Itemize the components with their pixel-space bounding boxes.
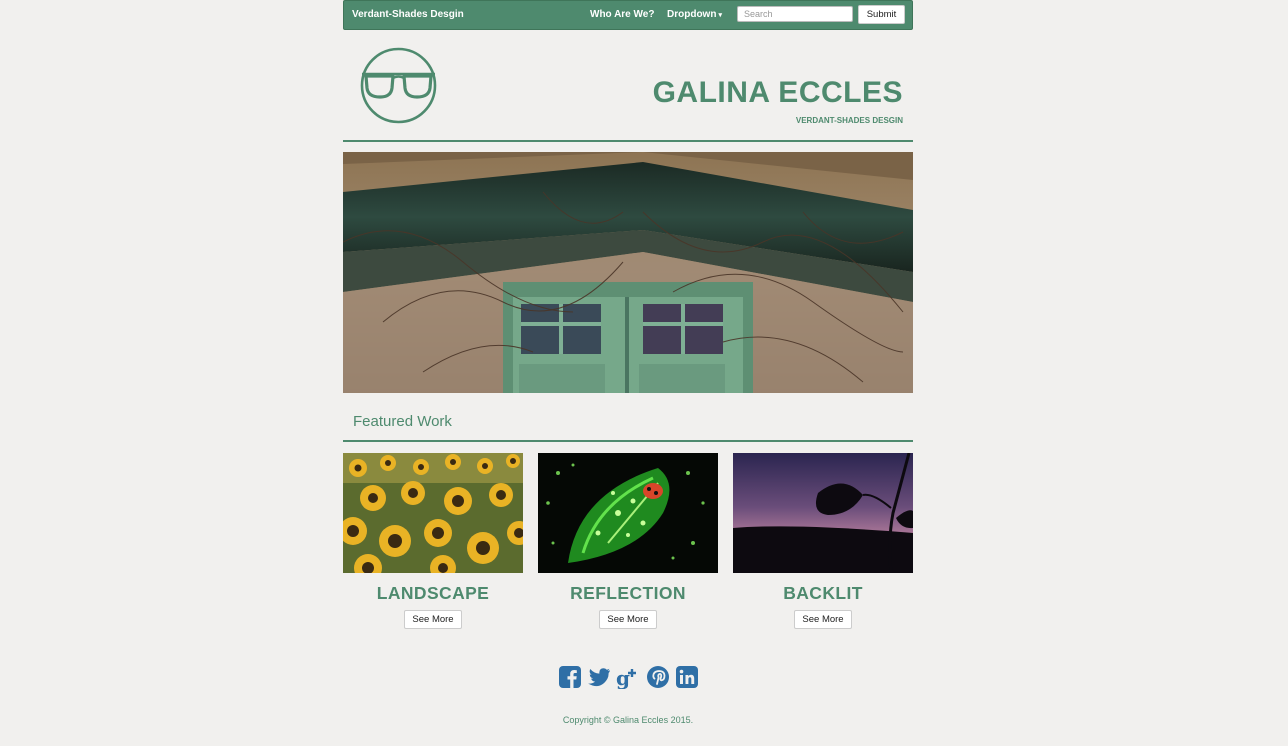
glasses-logo-icon[interactable]: [360, 47, 437, 124]
card-title-backlit: BACKLIT: [783, 583, 863, 603]
site-title: GALINA ECCLES: [652, 76, 903, 109]
leaf-silhouette-image[interactable]: [733, 453, 913, 573]
top-navbar: Verdant-Shades Desgin Who Are We? Dropdo…: [343, 0, 913, 30]
see-more-button-backlit[interactable]: See More: [794, 610, 852, 629]
header-divider: [343, 140, 913, 142]
footer-copyright: Copyright © Galina Eccles 2015.: [562, 715, 694, 725]
twitter-icon[interactable]: [587, 665, 611, 689]
card-title-reflection: REFLECTION: [570, 583, 686, 603]
nav-link-who-are-we[interactable]: Who Are We?: [590, 9, 654, 20]
card-landscape: LANDSCAPE See More: [343, 453, 523, 629]
linkedin-icon[interactable]: [675, 665, 699, 689]
google-plus-icon[interactable]: g: [616, 665, 640, 689]
nav-dropdown[interactable]: Dropdown ▾: [667, 9, 722, 20]
card-title-landscape: LANDSCAPE: [376, 583, 490, 603]
search-input[interactable]: [737, 6, 853, 22]
dewdrop-leaf-image[interactable]: [538, 453, 718, 573]
nav-dropdown-label: Dropdown: [667, 9, 717, 20]
page-container: Verdant-Shades Desgin Who Are We? Dropdo…: [343, 0, 913, 746]
card-backlit: BACKLIT See More: [733, 453, 913, 629]
site-subtitle: VERDANT-SHADES DESGIN: [795, 116, 903, 125]
featured-work-heading: Featured Work: [353, 413, 452, 430]
sunflowers-image[interactable]: [343, 453, 523, 573]
facebook-icon[interactable]: [558, 665, 582, 689]
svg-text:g: g: [616, 666, 630, 689]
navbar-brand[interactable]: Verdant-Shades Desgin: [352, 9, 464, 20]
card-reflection: REFLECTION See More: [538, 453, 718, 629]
pinterest-icon[interactable]: [646, 665, 670, 689]
featured-divider: [343, 440, 913, 442]
social-links: g: [558, 665, 700, 689]
see-more-button-landscape[interactable]: See More: [404, 610, 462, 629]
see-more-button-reflection[interactable]: See More: [599, 610, 657, 629]
hero-image: [343, 152, 913, 393]
submit-button[interactable]: Submit: [858, 5, 905, 24]
caret-down-icon: ▾: [718, 12, 722, 19]
